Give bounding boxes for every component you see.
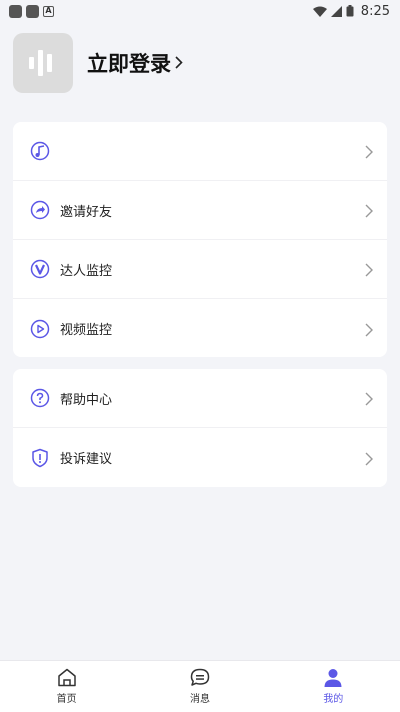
menu-item-label: 视频监控 [60, 323, 113, 338]
menu-item-video-monitor[interactable]: 视频监控 [13, 299, 387, 357]
menu-item-music[interactable] [13, 122, 387, 181]
tab-home[interactable]: 首页 [0, 661, 133, 712]
shield-alert-icon [30, 448, 50, 468]
chevron-right-icon [363, 451, 375, 465]
wifi-icon [312, 6, 327, 17]
clock: 8:25 [360, 3, 390, 19]
chevron-right-icon [363, 391, 375, 406]
v-badge-icon [30, 259, 50, 279]
login-link[interactable]: 立即登录 [87, 48, 171, 78]
menu-item-invite-friends[interactable]: 邀请好友 [13, 181, 387, 240]
chat-bubble-icon [190, 668, 210, 686]
tab-messages[interactable]: 消息 [133, 661, 266, 712]
app-logo-icon [29, 50, 52, 76]
menu-card-primary: 邀请好友 达人监控 视频监控 [13, 122, 387, 357]
avatar[interactable] [13, 33, 73, 93]
home-icon [57, 668, 76, 687]
menu-item-label: 投诉建议 [60, 452, 113, 467]
tab-label: 我的 [323, 694, 344, 705]
tab-label: 消息 [189, 694, 210, 705]
a-notification-icon: A [43, 5, 54, 17]
tab-label: 首页 [56, 694, 77, 705]
menu-item-label: 达人监控 [60, 263, 113, 279]
chevron-right-icon [363, 322, 375, 336]
user-icon [324, 669, 342, 687]
chevron-right-icon [363, 203, 375, 218]
signal-icon [330, 5, 342, 17]
chevron-right-icon [175, 53, 183, 74]
menu-item-influencer-monitor[interactable]: 达人监控 [13, 240, 387, 299]
menu-item-label: 帮助中心 [60, 392, 113, 408]
status-bar: A 8:25 [0, 0, 400, 22]
menu-item-help-center[interactable]: 帮助中心 [13, 369, 387, 428]
app-notification-icon [9, 4, 22, 18]
question-circle-icon [30, 388, 50, 408]
music-note-icon [30, 141, 50, 161]
chevron-right-icon [363, 262, 375, 277]
bottom-tab-bar: 首页 消息 我的 [0, 660, 400, 712]
menu-item-feedback[interactable]: 投诉建议 [13, 428, 387, 487]
chevron-right-icon [363, 144, 375, 159]
notification-icons: A [9, 4, 54, 18]
battery-icon [346, 5, 354, 17]
share-arrow-icon [30, 200, 50, 220]
play-circle-icon [30, 319, 50, 339]
app-notification-icon [26, 4, 39, 18]
profile-header[interactable]: 立即登录 [13, 33, 183, 93]
menu-card-support: 帮助中心 投诉建议 [13, 369, 387, 487]
system-status: 8:25 [312, 3, 390, 19]
tab-mine[interactable]: 我的 [267, 661, 400, 712]
menu-item-label: 邀请好友 [60, 204, 113, 220]
